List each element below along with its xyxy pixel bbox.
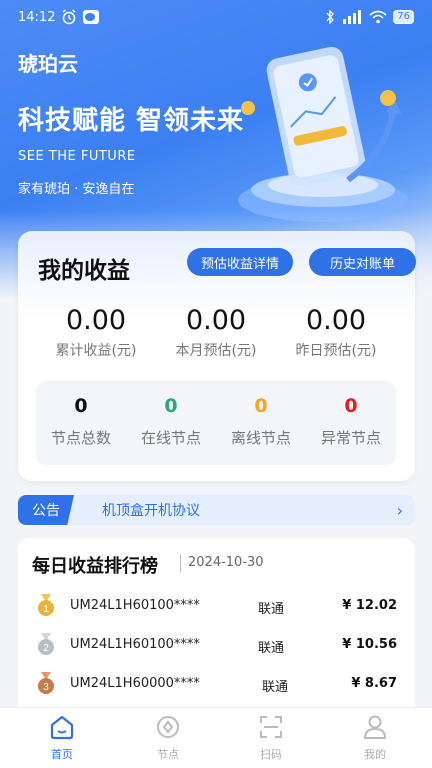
scan-icon [260, 716, 282, 738]
status-bar: 14:12 76 [0, 0, 432, 34]
ranking-date: 2024-10-30 [188, 555, 264, 570]
nav-home[interactable]: 首页 [8, 714, 116, 762]
node-offline[interactable]: 0 离线节点 [216, 395, 306, 448]
node-total[interactable]: 0 节点总数 [36, 395, 126, 448]
device-id: UM24L1H60000**** [70, 676, 200, 691]
home-icon [50, 715, 74, 740]
device-id: UM24L1H60100**** [70, 598, 200, 613]
nav-label: 我的 [364, 748, 386, 761]
node-label: 异常节点 [320, 429, 381, 447]
income-amount: ¥ 10.56 [342, 637, 397, 652]
stat-label: 昨日预估(元) [295, 343, 377, 359]
bluetooth-icon [326, 10, 335, 24]
slogan-en: SEE THE FUTURE [18, 149, 136, 164]
slogan-sub: 家有琥珀 · 安逸自在 [18, 182, 135, 197]
node-icon [157, 716, 179, 738]
operator: 联通 [262, 680, 289, 695]
income-card: 我的收益 预估收益详情 历史对账单 0.00 累计收益(元) 0.00 本月预估… [18, 231, 416, 481]
node-label: 在线节点 [140, 429, 201, 447]
node-count: 0 [164, 395, 178, 417]
stat-value: 0.00 [185, 305, 247, 336]
income-title: 我的收益 [38, 258, 130, 284]
stat-label: 本月预估(元) [175, 343, 257, 359]
status-time: 14:12 [18, 9, 56, 25]
wifi-icon [369, 10, 387, 24]
node-count: 0 [344, 395, 358, 417]
nav-label: 节点 [157, 748, 179, 761]
chevron-right-icon: › [396, 500, 403, 520]
operator: 联通 [258, 641, 285, 656]
ranking-row: 3 UM24L1H60000**** 联通 ¥ 8.67 [18, 670, 415, 700]
node-summary: 0 节点总数 0 在线节点 0 离线节点 0 异常节点 [36, 381, 396, 465]
nav-scan[interactable]: 扫码 [217, 714, 325, 762]
nav-label: 首页 [51, 748, 73, 761]
silver-medal-icon: 2 [38, 633, 54, 655]
node-count: 0 [74, 395, 88, 417]
stat-value: 0.00 [305, 305, 367, 336]
bronze-medal-icon: 3 [38, 672, 54, 694]
notice-bar[interactable]: 公告 机顶盒开机协议 › [18, 495, 415, 525]
divider [180, 554, 181, 572]
history-statement-button[interactable]: 历史对账单 [309, 248, 416, 276]
medal-rank: 1 [43, 604, 49, 615]
notice-text[interactable]: 机顶盒开机协议 [102, 500, 200, 520]
slogan: 科技赋能 智领未来 [18, 106, 245, 136]
medal-rank: 2 [43, 643, 49, 654]
nav-mine[interactable]: 我的 [321, 714, 429, 762]
node-online[interactable]: 0 在线节点 [126, 395, 216, 448]
nav-node[interactable]: 节点 [114, 714, 222, 762]
signal-icon [343, 10, 362, 24]
gold-medal-icon: 1 [38, 594, 54, 616]
bottom-nav: 首页 节点 扫码 我的 [0, 707, 432, 768]
nav-label: 扫码 [260, 748, 282, 761]
node-abnormal[interactable]: 0 异常节点 [306, 395, 396, 448]
notice-tag: 公告 [18, 495, 74, 525]
stat-month-estimate: 0.00 本月预估(元) [150, 305, 282, 360]
device-id: UM24L1H60100**** [70, 637, 200, 652]
user-icon [363, 715, 387, 739]
node-label: 节点总数 [50, 429, 111, 447]
app-title: 琥珀云 [18, 52, 78, 76]
alarm-icon [63, 9, 76, 25]
battery-indicator: 76 [393, 10, 414, 24]
ranking-title: 每日收益排行榜 [32, 556, 158, 577]
estimate-detail-button[interactable]: 预估收益详情 [187, 248, 293, 276]
income-amount: ¥ 12.02 [342, 598, 397, 613]
ranking-row: 1 UM24L1H60100**** 联通 ¥ 12.02 [18, 592, 415, 622]
operator: 联通 [258, 602, 285, 617]
wechat-icon [83, 10, 100, 24]
income-amount: ¥ 8.67 [351, 676, 397, 691]
stat-total-income: 0.00 累计收益(元) [30, 305, 162, 360]
node-label: 离线节点 [230, 429, 291, 447]
stat-label: 累计收益(元) [55, 343, 137, 359]
stat-yesterday-estimate: 0.00 昨日预估(元) [270, 305, 402, 360]
medal-rank: 3 [43, 682, 49, 693]
ranking-row: 2 UM24L1H60100**** 联通 ¥ 10.56 [18, 631, 415, 661]
node-count: 0 [254, 395, 268, 417]
stat-value: 0.00 [65, 305, 127, 336]
phone-illustration [238, 46, 408, 222]
